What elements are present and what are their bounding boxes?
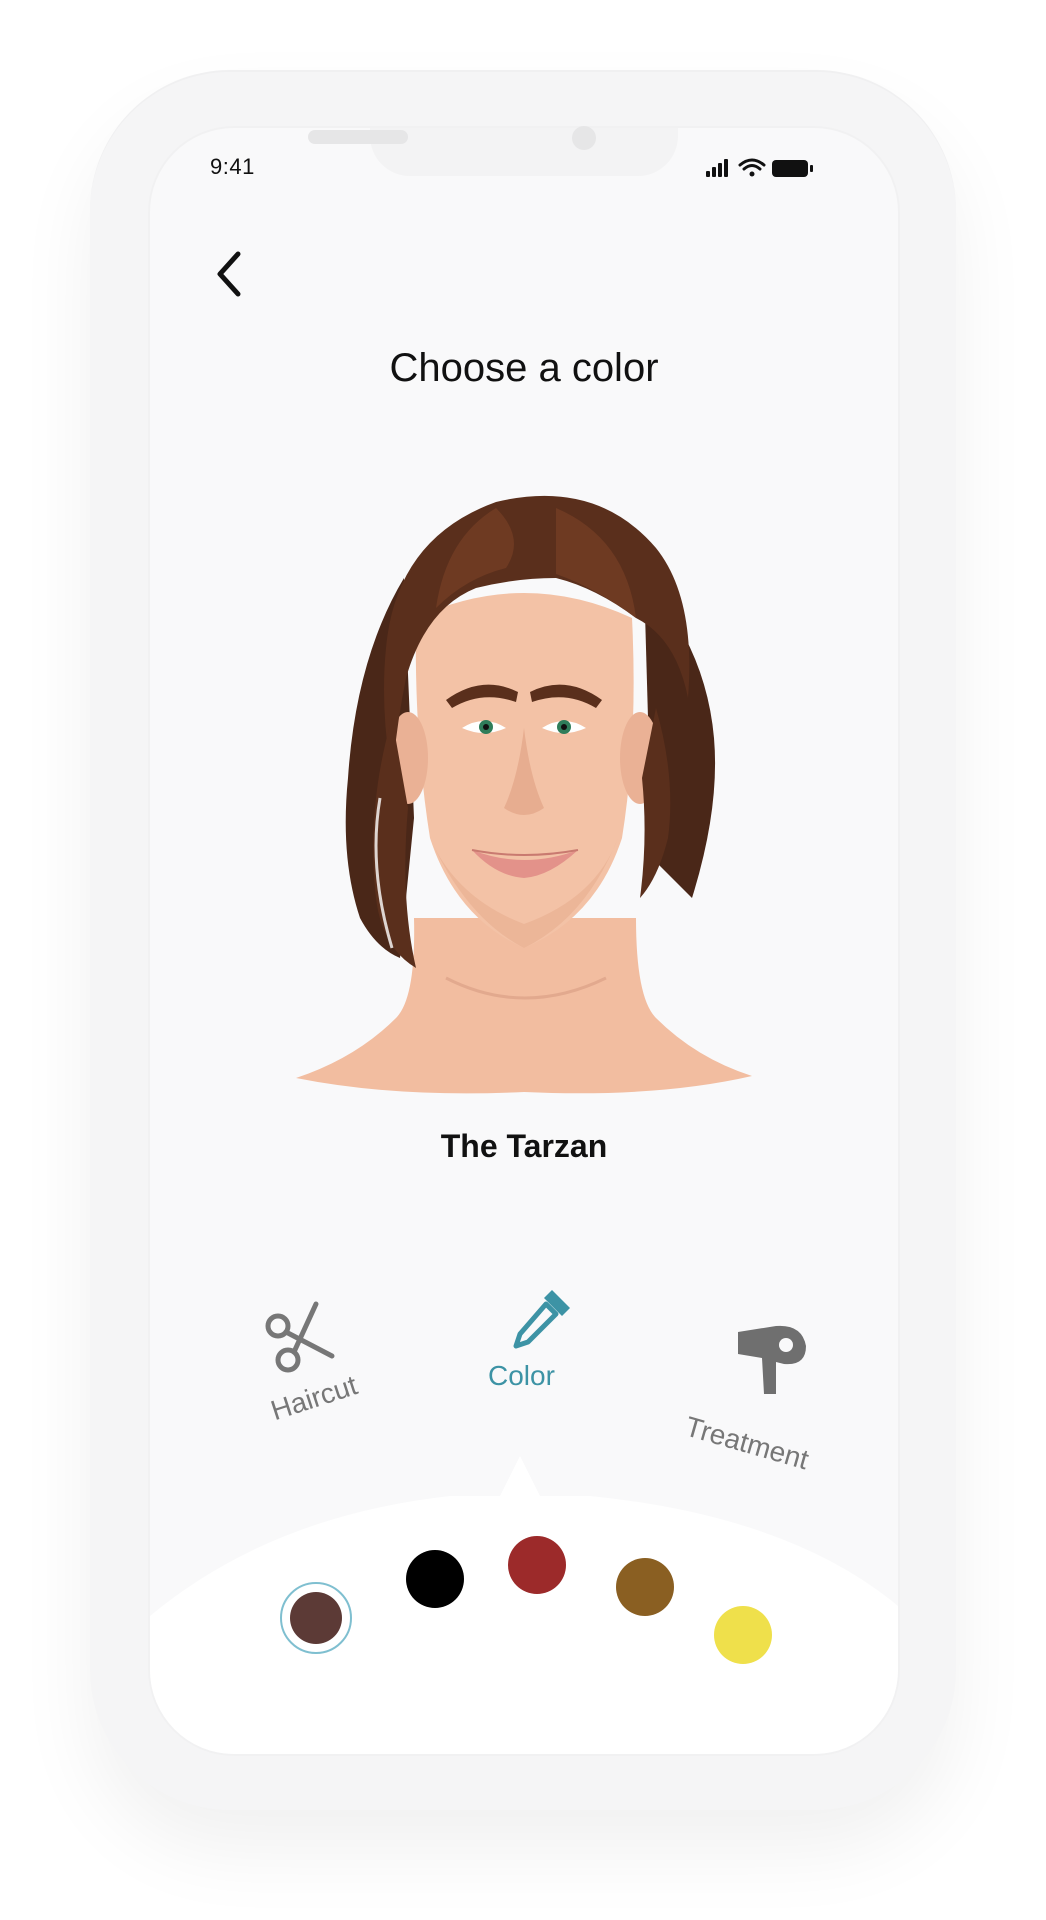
chevron-left-icon	[217, 251, 241, 297]
back-button[interactable]	[204, 244, 254, 304]
swatch-red[interactable]	[508, 1536, 566, 1594]
page-title: Choose a color	[389, 346, 659, 390]
notch	[370, 128, 678, 176]
signal-icon	[706, 159, 728, 177]
hair-dryer-icon	[738, 1325, 806, 1394]
status-time: 9:41	[210, 154, 255, 179]
tab-color[interactable]: Color	[474, 1284, 584, 1404]
swatch-yellow[interactable]	[714, 1606, 772, 1664]
tab-haircut[interactable]: Haircut	[258, 1296, 378, 1446]
swatch-golden-brown[interactable]	[616, 1558, 674, 1616]
color-picker-panel	[150, 1456, 898, 1754]
swatch-black[interactable]	[406, 1550, 464, 1608]
device-mockup: 9:41 Choose a color The Tarzan Haircut C…	[0, 0, 1046, 1920]
style-name: The Tarzan	[440, 1128, 608, 1164]
tab-treatment[interactable]: Treatment	[676, 1322, 826, 1475]
speaker	[308, 130, 408, 144]
eyedropper-icon	[513, 1290, 570, 1349]
battery-icon	[772, 160, 813, 177]
status-icons	[706, 158, 813, 177]
wifi-icon	[738, 158, 766, 177]
scissors-icon	[265, 1301, 335, 1373]
tab-color-label: Color	[488, 1360, 555, 1391]
avatar-illustration	[296, 495, 752, 1094]
camera	[572, 126, 596, 150]
swatch-brown[interactable]	[290, 1592, 342, 1644]
